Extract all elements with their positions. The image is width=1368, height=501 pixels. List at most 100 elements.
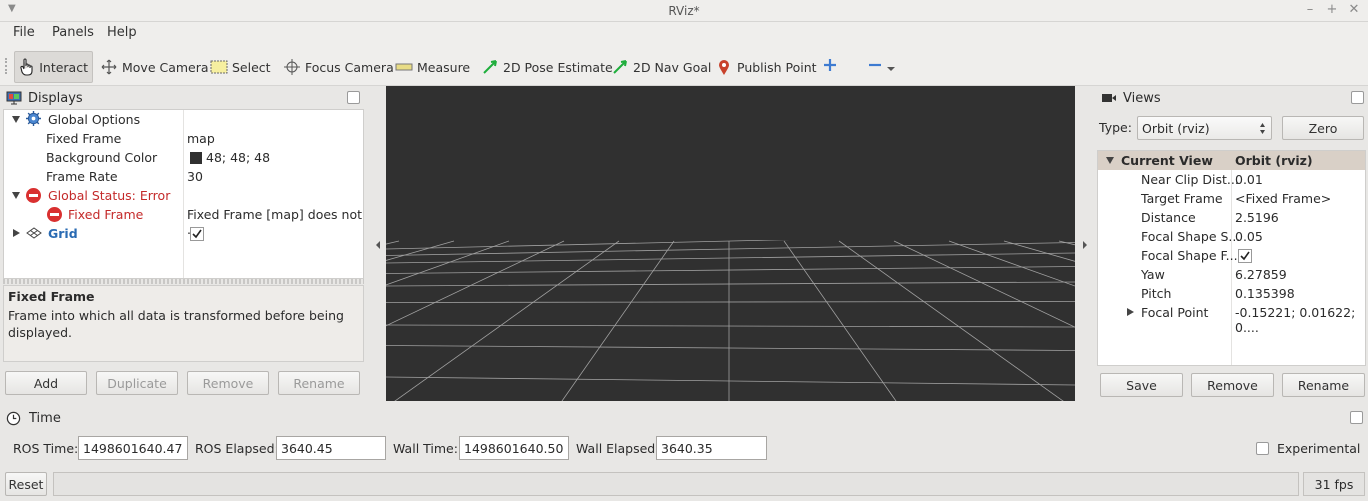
view-type-select[interactable]: Orbit (rviz) bbox=[1137, 116, 1272, 140]
wall-time-field[interactable]: 1498601640.50 bbox=[459, 436, 569, 460]
minimize-icon[interactable]: – bbox=[1302, 2, 1318, 18]
experimental-checkbox[interactable] bbox=[1256, 442, 1269, 455]
ros-time-field[interactable]: 1498601640.47 bbox=[78, 436, 188, 460]
time-float-button[interactable] bbox=[1350, 411, 1363, 424]
view-type-value: Orbit (rviz) bbox=[1142, 120, 1210, 136]
yaw-value[interactable]: 6.27859 bbox=[1235, 267, 1287, 282]
tree-row-distance[interactable]: Distance 2.5196 bbox=[1098, 208, 1365, 227]
zero-button[interactable]: Zero bbox=[1282, 116, 1364, 140]
grid-line bbox=[533, 240, 675, 442]
ruler-icon bbox=[395, 58, 413, 76]
select-tool[interactable]: Select bbox=[206, 51, 275, 83]
rename-view-button[interactable]: Rename bbox=[1282, 373, 1365, 397]
tree-row-background-color[interactable]: Background Color 48; 48; 48 bbox=[4, 148, 363, 167]
tree-row-fixed-frame[interactable]: Fixed Frame map bbox=[4, 129, 363, 148]
publish-point-tool[interactable]: Publish Point bbox=[711, 51, 821, 83]
tree-row-focal-shape-size[interactable]: Focal Shape S... 0.05 bbox=[1098, 227, 1365, 246]
global-status-label: Global Status: Error bbox=[48, 188, 171, 203]
toolbar-handle[interactable] bbox=[5, 58, 8, 74]
tree-row-pitch[interactable]: Pitch 0.135398 bbox=[1098, 284, 1365, 303]
expand-down-icon[interactable] bbox=[1106, 157, 1114, 164]
focus-camera-tool[interactable]: Focus Camera bbox=[279, 51, 398, 83]
expand-down-icon[interactable] bbox=[12, 116, 20, 123]
add-button[interactable]: Add bbox=[5, 371, 87, 395]
duplicate-button[interactable]: Duplicate bbox=[96, 371, 178, 395]
splitter-handle[interactable] bbox=[3, 279, 364, 284]
ros-elapsed-label: ROS Elapsed: bbox=[195, 441, 279, 456]
measure-tool[interactable]: Measure bbox=[391, 51, 474, 83]
menu-file[interactable]: File bbox=[13, 25, 35, 40]
remove-tool-icon[interactable] bbox=[867, 58, 897, 77]
background-color-value[interactable]: 48; 48; 48 bbox=[206, 150, 270, 165]
remove-view-button[interactable]: Remove bbox=[1191, 373, 1274, 397]
move-arrows-icon bbox=[100, 58, 118, 76]
grid-line bbox=[385, 376, 1076, 386]
measure-label: Measure bbox=[417, 59, 471, 75]
pose-estimate-tool[interactable]: 2D Pose Estimate bbox=[477, 51, 617, 83]
displays-float-button[interactable] bbox=[347, 91, 360, 104]
render-viewport[interactable] bbox=[0, 86, 1368, 442]
move-camera-tool[interactable]: Move Camera bbox=[96, 51, 213, 83]
expand-right-icon[interactable] bbox=[13, 229, 20, 237]
menu-help[interactable]: Help bbox=[107, 25, 137, 40]
grid-line bbox=[385, 252, 1076, 264]
error-icon bbox=[26, 188, 41, 203]
window-title: RViz* bbox=[668, 4, 700, 18]
tree-row-focal-point[interactable]: Focal Point -0.15221; 0.01622; 0.... bbox=[1098, 303, 1365, 335]
tree-row-target-frame[interactable]: Target Frame <Fixed Frame> bbox=[1098, 189, 1365, 208]
distance-value[interactable]: 2.5196 bbox=[1235, 210, 1279, 225]
focal-shape-size-value[interactable]: 0.05 bbox=[1235, 229, 1263, 244]
status-fixed-frame-label: Fixed Frame bbox=[68, 207, 144, 222]
target-frame-value[interactable]: <Fixed Frame> bbox=[1235, 191, 1331, 206]
frame-rate-value[interactable]: 30 bbox=[187, 169, 203, 184]
pitch-value[interactable]: 0.135398 bbox=[1235, 286, 1295, 301]
displays-title: Displays bbox=[28, 90, 83, 106]
tree-row-grid[interactable]: Grid bbox=[4, 224, 363, 243]
tree-row-frame-rate[interactable]: Frame Rate 30 bbox=[4, 167, 363, 186]
sky-area bbox=[386, 86, 1075, 240]
menu-panels[interactable]: Panels bbox=[52, 25, 94, 40]
focal-point-value[interactable]: -0.15221; 0.01622; 0.... bbox=[1235, 305, 1365, 335]
displays-tree: Global Options Fixed Frame map Backgroun… bbox=[3, 109, 364, 279]
grid-line bbox=[385, 324, 1076, 328]
maximize-icon[interactable]: + bbox=[1324, 2, 1340, 18]
publish-point-label: Publish Point bbox=[737, 59, 817, 75]
nav-goal-tool[interactable]: 2D Nav Goal bbox=[607, 51, 715, 83]
focal-shape-fixed-label: Focal Shape F... bbox=[1141, 248, 1238, 263]
close-icon[interactable]: ✕ bbox=[1346, 2, 1362, 18]
tree-row-focal-shape-fixed[interactable]: Focal Shape F... bbox=[1098, 246, 1365, 265]
tree-row-current-view[interactable]: Current View Orbit (rviz) bbox=[1098, 151, 1365, 170]
nav-goal-label: 2D Nav Goal bbox=[633, 59, 712, 75]
fixed-frame-value[interactable]: map bbox=[187, 131, 215, 146]
wall-elapsed-field[interactable]: 3640.35 bbox=[656, 436, 767, 460]
focal-shape-fixed-checkbox[interactable] bbox=[1238, 249, 1252, 263]
expand-right-icon[interactable] bbox=[1127, 308, 1134, 316]
focus-camera-label: Focus Camera bbox=[305, 59, 394, 75]
collapse-right-icon[interactable] bbox=[1081, 238, 1089, 253]
grid-line bbox=[783, 240, 925, 442]
save-view-button[interactable]: Save bbox=[1100, 373, 1183, 397]
expand-down-icon[interactable] bbox=[12, 192, 20, 199]
ros-elapsed-field[interactable]: 3640.45 bbox=[276, 436, 386, 460]
color-swatch[interactable] bbox=[190, 152, 202, 164]
reset-button[interactable]: Reset bbox=[5, 472, 47, 496]
title-bar: ▼ RViz* – + ✕ bbox=[0, 0, 1368, 22]
near-clip-value[interactable]: 0.01 bbox=[1235, 172, 1263, 187]
views-float-button[interactable] bbox=[1351, 91, 1364, 104]
tree-row-global-options[interactable]: Global Options bbox=[4, 110, 363, 129]
select-label: Select bbox=[232, 59, 271, 75]
error-icon bbox=[47, 207, 62, 222]
tree-row-yaw[interactable]: Yaw 6.27859 bbox=[1098, 265, 1365, 284]
tree-row-global-status[interactable]: Global Status: Error bbox=[4, 186, 363, 205]
add-tool-icon[interactable] bbox=[823, 58, 837, 75]
tree-row-near-clip[interactable]: Near Clip Dist... 0.01 bbox=[1098, 170, 1365, 189]
grid-enabled-checkbox[interactable] bbox=[190, 227, 204, 241]
grid-line bbox=[893, 240, 1315, 442]
interact-tool[interactable]: Interact bbox=[14, 51, 93, 83]
tree-row-status-fixed-frame[interactable]: Fixed Frame Fixed Frame [map] does not .… bbox=[4, 205, 363, 237]
rename-display-button[interactable]: Rename bbox=[278, 371, 360, 395]
collapse-left-icon[interactable] bbox=[374, 238, 382, 253]
remove-display-button[interactable]: Remove bbox=[187, 371, 269, 395]
view-type-label: Type: bbox=[1099, 120, 1132, 135]
property-help-box: Fixed Frame Frame into which all data is… bbox=[3, 285, 364, 362]
